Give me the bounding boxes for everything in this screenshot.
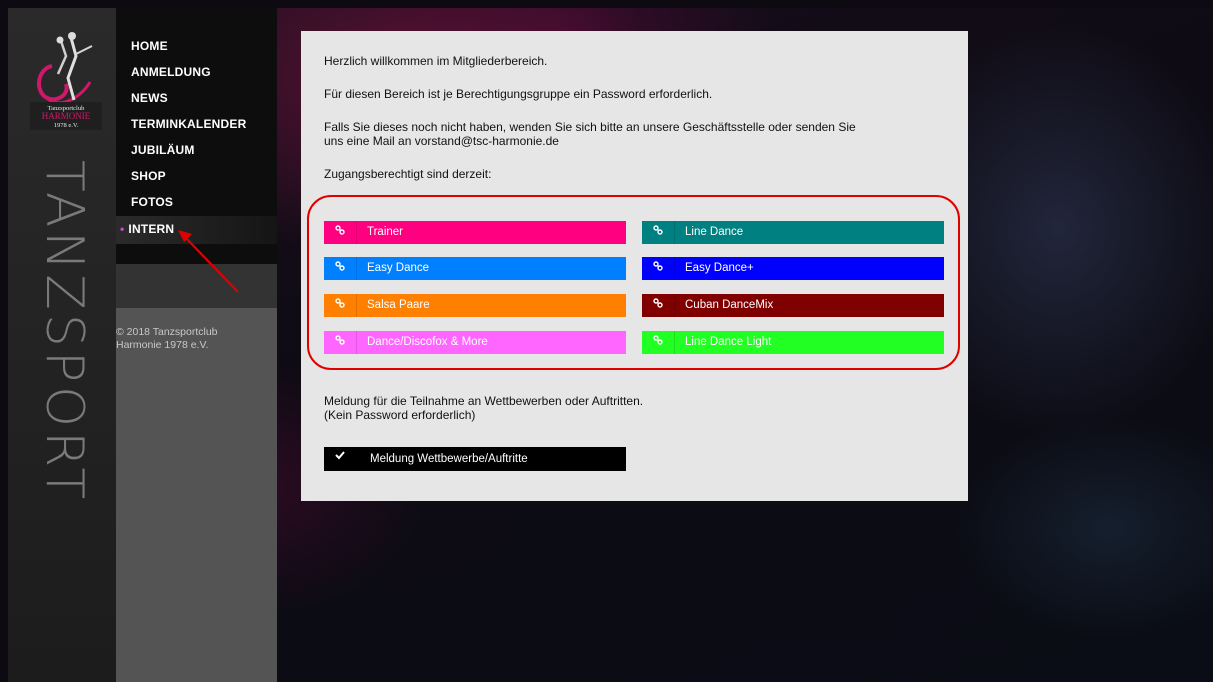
nav-item-intern-label: INTERN: [128, 222, 175, 236]
group-button[interactable]: Easy Dance: [324, 257, 626, 280]
nav-item-home[interactable]: HOME: [116, 36, 277, 62]
nav-item-fotos[interactable]: FOTOS: [116, 192, 277, 218]
group-button-label: Salsa Paare: [367, 299, 430, 311]
link-icon: [642, 257, 675, 280]
copyright-line-1: © 2018 Tanzsportclub: [116, 326, 218, 338]
copyright-line-2: Harmonie 1978 e.V.: [116, 339, 209, 351]
active-dot-icon: •: [120, 222, 125, 236]
nav-item-anmeldung[interactable]: ANMELDUNG: [116, 62, 277, 88]
nav-item-news[interactable]: NEWS: [116, 88, 277, 114]
competition-text-line-1: Meldung für die Teilnahme an Wettbewerbe…: [324, 394, 644, 408]
nav-item-terminkalender[interactable]: TERMINKALENDER: [116, 114, 277, 140]
group-button-label: Dance/Discofox & More: [367, 336, 488, 348]
sidebar-column: [116, 308, 277, 682]
annotation-arrow: [178, 230, 239, 293]
link-icon: [324, 221, 357, 244]
competition-report-label: Meldung Wettbewerbe/Auftritte: [370, 453, 528, 465]
check-icon: [324, 447, 356, 471]
link-icon: [642, 221, 675, 244]
logo-line-2: HARMONIE: [42, 111, 91, 121]
competition-report-button[interactable]: Meldung Wettbewerbe/Auftritte: [324, 447, 626, 471]
welcome-text: Herzlich willkommen im Mitgliederbereich…: [324, 54, 548, 68]
group-button[interactable]: Trainer: [324, 221, 626, 244]
competition-text-line-2: (Kein Password erforderlich): [324, 408, 476, 422]
contact-text-line-2: uns eine Mail an vorstand@tsc-harmonie.d…: [324, 134, 559, 148]
group-button[interactable]: Cuban DanceMix: [642, 294, 944, 317]
group-button[interactable]: Easy Dance+: [642, 257, 944, 280]
group-button[interactable]: Line Dance Light: [642, 331, 944, 354]
nav-item-shop[interactable]: SHOP: [116, 166, 277, 192]
group-button-label: Easy Dance+: [685, 262, 754, 274]
link-icon: [642, 294, 675, 317]
group-button[interactable]: Dance/Discofox & More: [324, 331, 626, 354]
group-button-label: Line Dance: [685, 226, 744, 238]
group-button-label: Trainer: [367, 226, 403, 238]
link-icon: [324, 294, 357, 317]
group-button-label: Line Dance Light: [685, 336, 772, 348]
link-icon: [324, 257, 357, 280]
contact-text-line-1: Falls Sie dieses noch nicht haben, wende…: [324, 120, 856, 134]
group-button[interactable]: Salsa Paare: [324, 294, 626, 317]
club-logo[interactable]: Tanzsportclub HARMONIE 1978 e.V.: [30, 26, 102, 130]
link-icon: [642, 331, 675, 354]
copyright-text: © 2018 Tanzsportclub Harmonie 1978 e.V.: [116, 326, 266, 352]
access-heading: Zugangsberechtigt sind derzeit:: [324, 167, 492, 181]
logo-line-3: 1978 e.V.: [54, 122, 79, 129]
group-button-label: Easy Dance: [367, 262, 430, 274]
vertical-brand-word: TANZSPORT: [34, 160, 94, 504]
group-button[interactable]: Line Dance: [642, 221, 944, 244]
link-icon: [324, 331, 357, 354]
password-info-text: Für diesen Bereich ist je Berechtigungsg…: [324, 87, 713, 101]
nav-item-jubilaeum[interactable]: JUBILÄUM: [116, 140, 277, 166]
group-button-label: Cuban DanceMix: [685, 299, 774, 311]
